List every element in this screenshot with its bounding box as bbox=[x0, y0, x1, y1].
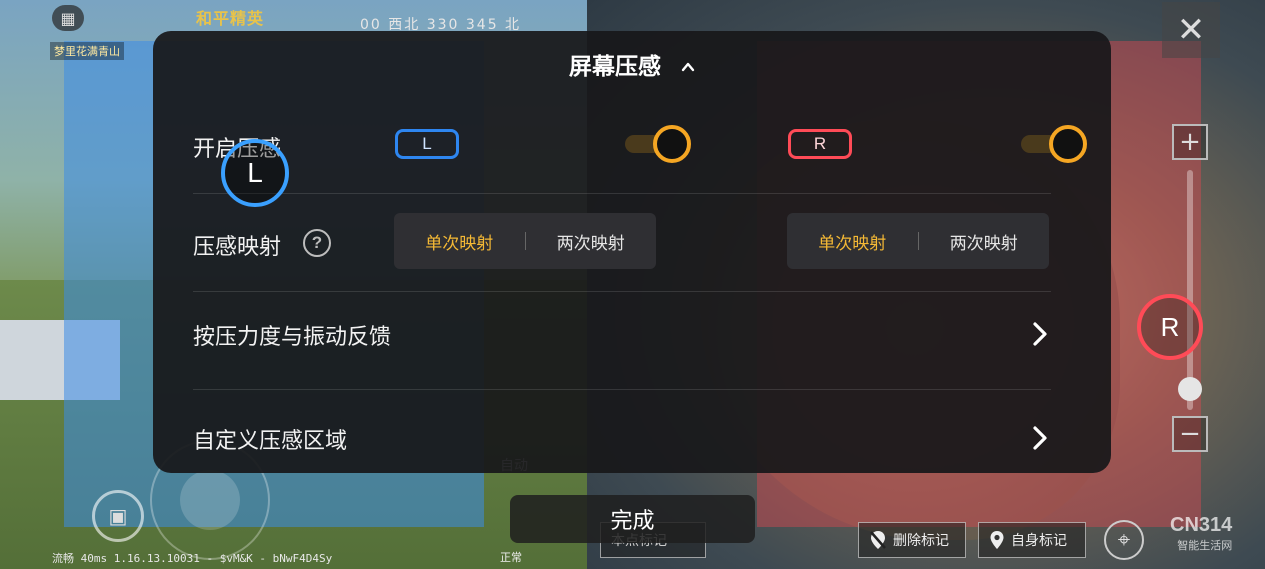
right-pressure-button[interactable]: R bbox=[1137, 294, 1203, 360]
zoom-slider-track[interactable] bbox=[1187, 170, 1193, 410]
delete-marker-icon bbox=[870, 531, 886, 549]
network-status: 流畅 40ms 1.16.13.10031 - $vM&K - bNwF4D4S… bbox=[52, 552, 333, 565]
right-badge: R bbox=[788, 129, 852, 159]
zoom-out-button[interactable]: − bbox=[1172, 416, 1208, 452]
left-pressure-toggle[interactable] bbox=[625, 125, 691, 163]
game-logo: 和平精英 bbox=[196, 9, 265, 28]
left-mapping-selector: 单次映射 两次映射 bbox=[394, 213, 656, 269]
panel-title: 屏幕压感 bbox=[569, 54, 661, 80]
toggle-knob bbox=[1049, 125, 1087, 163]
divider bbox=[193, 291, 1051, 292]
player-tag: 梦里花满青山 bbox=[50, 42, 124, 60]
pressure-mapping-row: 压感映射 ? 单次映射 两次映射 单次映射 两次映射 bbox=[193, 201, 1051, 301]
panel-header[interactable]: 屏幕压感 bbox=[153, 31, 1111, 97]
help-icon[interactable]: ? bbox=[303, 229, 331, 257]
divider bbox=[193, 193, 1051, 194]
zoom-slider-thumb[interactable] bbox=[1178, 377, 1202, 401]
feedback-label: 按压力度与振动反馈 bbox=[193, 325, 392, 350]
enable-pressure-row: 开启压感 L R bbox=[193, 111, 1087, 191]
right-single-mapping-option[interactable]: 单次映射 bbox=[787, 229, 918, 254]
self-marker-label: 自身标记 bbox=[1011, 533, 1067, 549]
close-icon[interactable]: ✕ bbox=[1162, 2, 1220, 58]
left-double-mapping-option[interactable]: 两次映射 bbox=[526, 229, 657, 254]
right-double-mapping-option[interactable]: 两次映射 bbox=[919, 229, 1050, 254]
joystick-knob[interactable] bbox=[180, 470, 240, 530]
watermark-subtitle: 智能生活网 bbox=[1177, 539, 1233, 552]
watermark-brand: CN314 bbox=[1170, 514, 1233, 536]
delete-marker-label: 删除标记 bbox=[893, 533, 949, 549]
pressure-mapping-label: 压感映射 bbox=[193, 235, 282, 260]
left-badge: L bbox=[395, 129, 459, 159]
menu-grid-icon[interactable]: ▦ bbox=[52, 5, 84, 31]
left-pressure-button[interactable]: L bbox=[221, 139, 289, 207]
location-pin-icon bbox=[990, 531, 1004, 549]
backpack-icon[interactable]: ▣ bbox=[92, 490, 144, 542]
left-single-mapping-option[interactable]: 单次映射 bbox=[394, 229, 525, 254]
right-mapping-selector: 单次映射 两次映射 bbox=[787, 213, 1049, 269]
normal-mode-label: 正常 bbox=[500, 551, 522, 564]
pressure-settings-panel: 屏幕压感 开启压感 L R 压感映射 ? 单次映射 两次映射 单次映射 两次映射… bbox=[153, 31, 1111, 473]
custom-area-row[interactable]: 自定义压感区域 bbox=[193, 393, 1051, 473]
self-marker-button[interactable]: 自身标记 bbox=[978, 522, 1086, 558]
custom-area-label: 自定义压感区域 bbox=[193, 429, 348, 454]
delete-marker-button[interactable]: 删除标记 bbox=[858, 522, 966, 558]
feedback-row[interactable]: 按压力度与振动反馈 bbox=[193, 293, 1051, 389]
right-pressure-toggle[interactable] bbox=[1021, 125, 1087, 163]
chevron-right-icon bbox=[1033, 322, 1047, 346]
divider bbox=[193, 389, 1051, 390]
chevron-right-icon bbox=[1033, 426, 1047, 450]
toggle-knob bbox=[653, 125, 691, 163]
zoom-in-button[interactable]: + bbox=[1172, 124, 1208, 160]
done-button[interactable]: 完成 bbox=[510, 495, 755, 543]
crosshair-icon[interactable]: ⌖ bbox=[1104, 520, 1144, 560]
chevron-up-icon[interactable] bbox=[681, 60, 695, 74]
watermark: CN314 智能生活网 bbox=[1170, 514, 1232, 553]
